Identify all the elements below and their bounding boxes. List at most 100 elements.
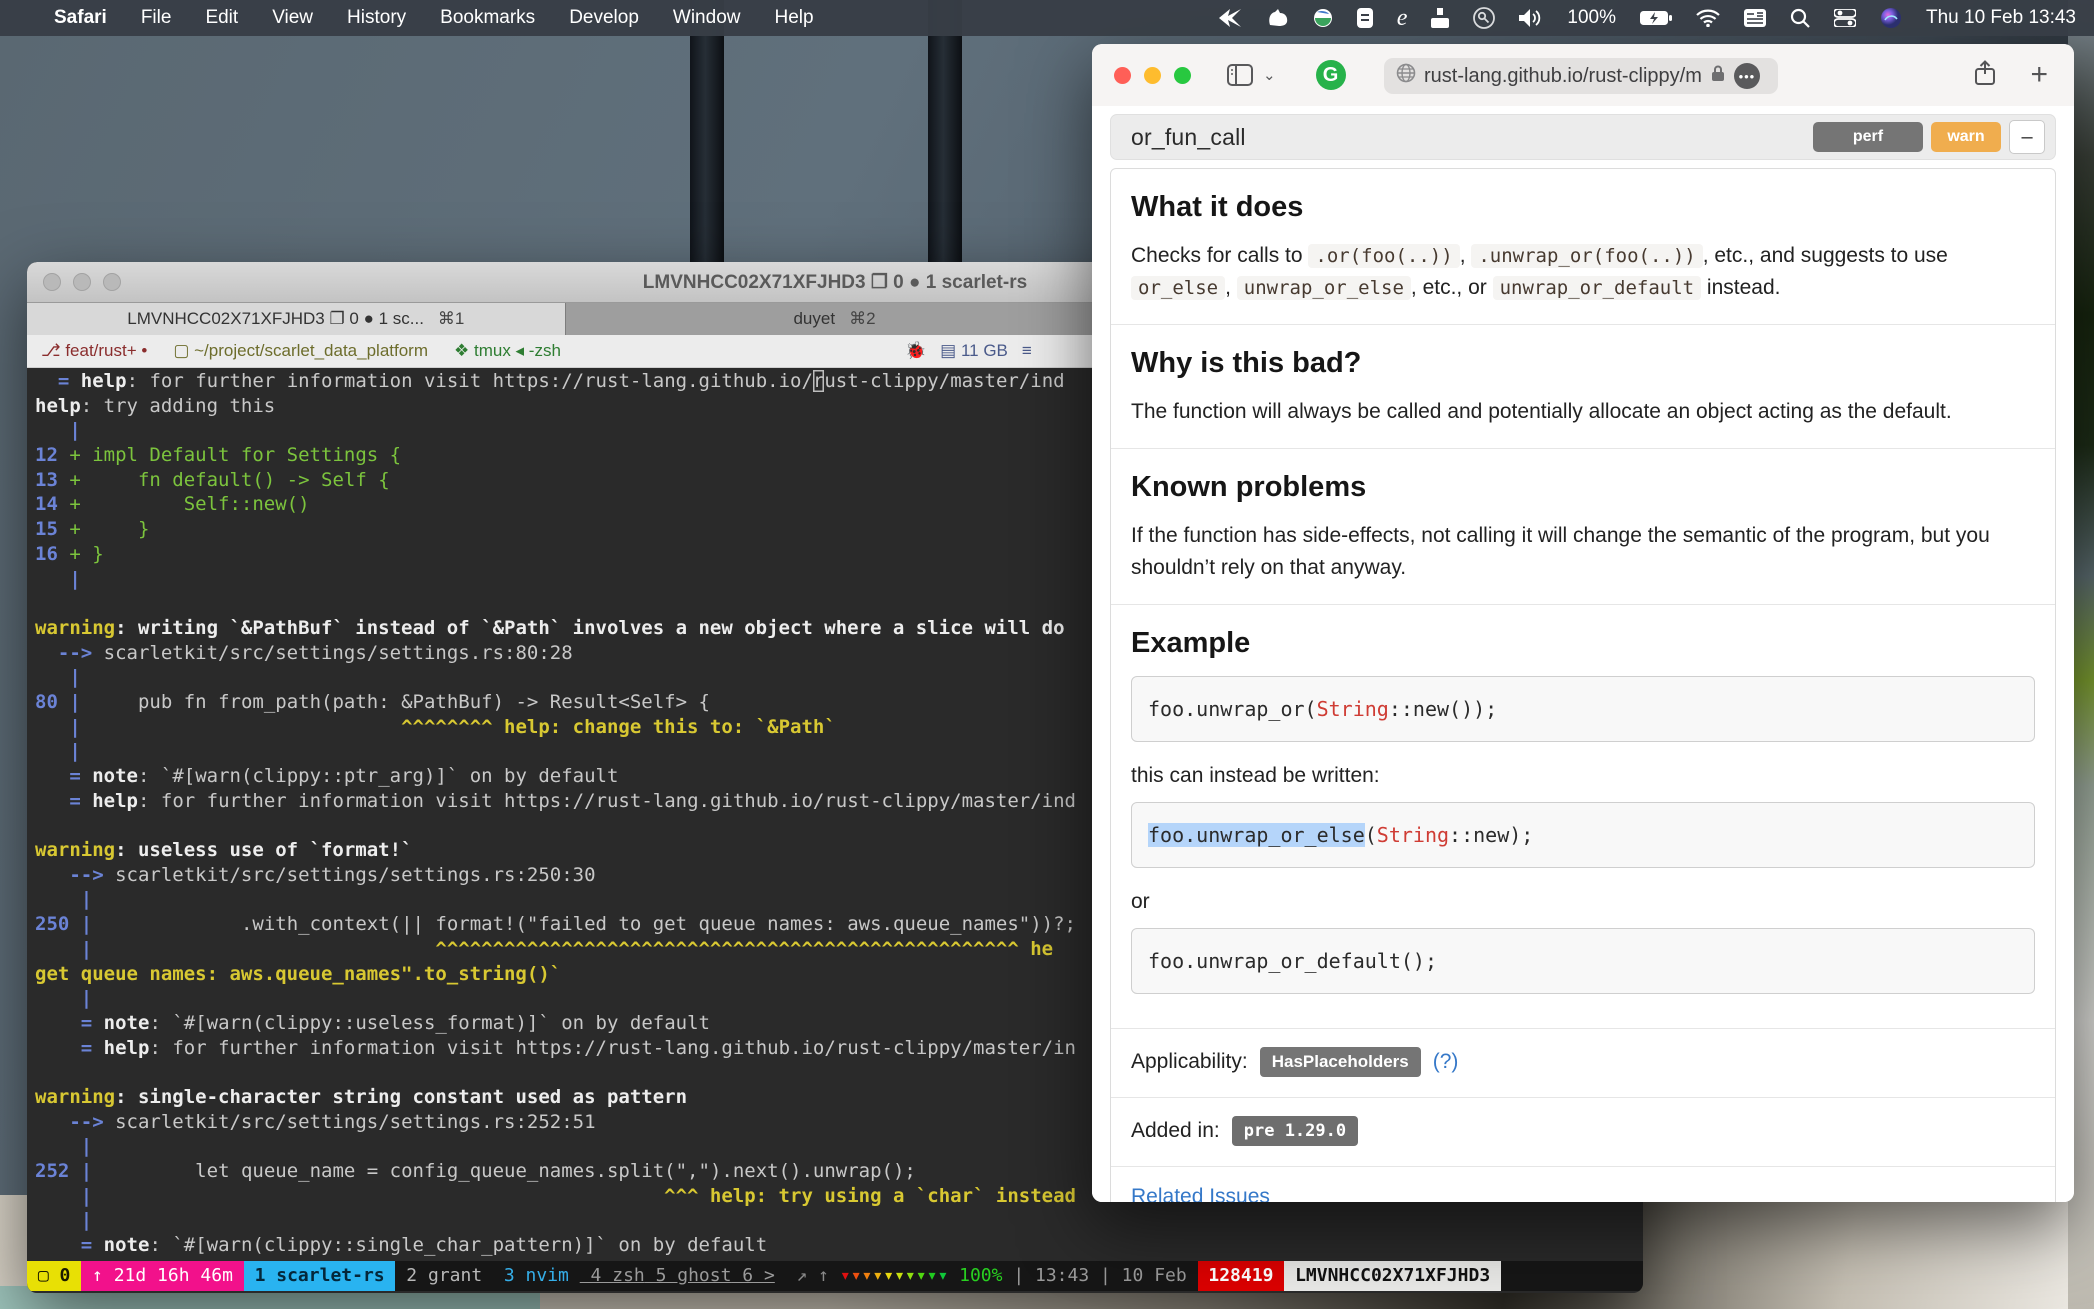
tmux-segment[interactable]: ▾ (851, 1261, 862, 1291)
menu-develop[interactable]: Develop (569, 7, 639, 28)
text-segment: | (81, 987, 92, 1009)
lint-header-or-fun-call[interactable]: or_fun_call perf warn – (1110, 114, 2056, 160)
notes-app-icon[interactable] (1357, 7, 1373, 29)
globe-app-icon[interactable] (1313, 7, 1333, 29)
safari-page-content: or_fun_call perf warn – What it does Che… (1092, 106, 2074, 1202)
text-segment: warning (35, 617, 115, 639)
control-center-icon[interactable] (1834, 7, 1856, 29)
text-segment (35, 765, 69, 787)
keychain-icon[interactable] (1473, 7, 1495, 29)
text-segment: : for further information visit https://… (127, 370, 813, 392)
text-segment: 16 (35, 543, 58, 565)
terminal-tab-1[interactable]: LMVNHCC02X71XFJHD3 ❐ 0 ● 1 sc... ⌘1 (27, 303, 566, 335)
tmux-segment[interactable]: ▾ (905, 1261, 916, 1291)
section-applicability: Applicability: HasPlaceholders (?) (1111, 1028, 2055, 1097)
close-button[interactable] (1114, 67, 1131, 84)
text-segment (58, 469, 69, 491)
tmux-session-status[interactable]: ❖ tmux ◂ -zsh (454, 341, 561, 361)
tmux-segment[interactable]: ▾ (883, 1261, 894, 1291)
text-segment: | (81, 1209, 92, 1231)
tmux-segment[interactable]: 3 nvim (493, 1261, 580, 1291)
tmux-segment[interactable]: ↑ 21d 16h 46m (81, 1261, 244, 1291)
grammarly-extension-icon[interactable]: G (1316, 60, 1346, 90)
tmux-segment[interactable]: | 13:43 | 10 Feb (1013, 1261, 1197, 1291)
text-segment: help (104, 1037, 150, 1059)
share-button[interactable] (1974, 60, 1996, 91)
memory-status: ▤ 11 GB (940, 341, 1008, 361)
tmux-segment[interactable]: 1 scarlet-rs (244, 1261, 396, 1291)
text-segment: | (81, 913, 92, 935)
tmux-segment[interactable]: ▾ (937, 1261, 948, 1291)
tmux-segment[interactable]: ▢ 0 (27, 1261, 81, 1291)
volume-icon[interactable] (1519, 7, 1543, 29)
tmux-segment[interactable]: 5 ghost (645, 1261, 732, 1291)
minimize-button[interactable] (1144, 67, 1161, 84)
git-branch-status[interactable]: ⎇ feat/rust+ • (41, 341, 147, 361)
tmux-segment[interactable]: ▾ (916, 1261, 927, 1291)
text-segment: Checks for calls to (1131, 244, 1308, 267)
text-segment: = (81, 1037, 92, 1059)
menu-file[interactable]: File (141, 7, 172, 28)
section-body: If the function has side-effects, not ca… (1131, 520, 2011, 584)
text-segment: String (1377, 823, 1449, 847)
text-segment: , (1225, 276, 1237, 299)
tmux-segment[interactable]: ↗ ↑ (775, 1261, 840, 1291)
lint-name: or_fun_call (1131, 124, 1246, 151)
sidebar-toggle[interactable]: ⌄ (1227, 64, 1276, 86)
zoom-button[interactable] (1174, 67, 1191, 84)
terminal-tab-2[interactable]: duyet ⌘2 (566, 303, 1105, 335)
text-segment (35, 1185, 81, 1207)
tmux-status-bar[interactable]: ▢ 0 ↑ 21d 16h 46m 1 scarlet-rs 2 grant 3… (27, 1261, 1643, 1291)
text-segment: | (69, 568, 80, 590)
menu-help[interactable]: Help (774, 7, 813, 28)
tmux-segment[interactable]: ▾ (872, 1261, 883, 1291)
menu-edit[interactable]: Edit (205, 7, 238, 28)
text-segment: : try adding this (81, 395, 275, 417)
example-code-2[interactable]: foo.unwrap_or_else(String::new); (1131, 802, 2035, 868)
related-issues-link[interactable]: Related Issues (1131, 1185, 1270, 1202)
animal-app-icon[interactable] (1267, 7, 1289, 29)
menu-view[interactable]: View (272, 7, 313, 28)
tmux-segment[interactable]: ▾ (927, 1261, 938, 1291)
menu-window[interactable]: Window (673, 7, 741, 28)
dock-app-icon[interactable] (1431, 7, 1449, 29)
tmux-segment[interactable]: 6 > (731, 1261, 774, 1291)
text-segment: scarletkit/src/settings/settings.rs:252:… (104, 1111, 596, 1133)
siri-icon[interactable] (1880, 7, 1902, 29)
tmux-segment[interactable]: ▾ (840, 1261, 851, 1291)
cwd-status[interactable]: ▢ ~/project/scarlet_data_platform (173, 341, 428, 361)
reader-options-icon[interactable]: ••• (1734, 63, 1760, 89)
text-segment: | (81, 1160, 92, 1182)
loopback-app-icon[interactable]: e (1397, 7, 1408, 29)
text-segment: get queue names: aws.queue_names".to_str… (35, 963, 561, 985)
example-or-text: or (1131, 890, 2035, 914)
paper-plane-app-icon[interactable] (1219, 7, 1243, 29)
text-segment (35, 888, 81, 910)
text-segment: | (81, 1185, 92, 1207)
menu-history[interactable]: History (347, 7, 406, 28)
applicability-help-link[interactable]: (?) (1433, 1050, 1459, 1074)
tmux-segment[interactable]: 2 grant (395, 1261, 493, 1291)
tmux-segment[interactable]: 128419 (1198, 1261, 1285, 1291)
menu-bookmarks[interactable]: Bookmarks (440, 7, 535, 28)
chevron-down-icon[interactable]: ⌄ (1263, 66, 1276, 84)
tmux-segment[interactable]: ▾ (862, 1261, 873, 1291)
example-code-1[interactable]: foo.unwrap_or(String::new()); (1131, 676, 2035, 742)
tmux-segment[interactable]: 100% (948, 1261, 1013, 1291)
address-bar[interactable]: rust-lang.github.io/rust-clippy/m ••• (1384, 58, 1778, 94)
spotlight-icon[interactable] (1790, 7, 1810, 29)
collapse-button[interactable]: – (2009, 120, 2045, 154)
keyboard-viewer-icon[interactable] (1744, 7, 1766, 29)
text-segment: warning (35, 839, 115, 861)
example-code-3[interactable]: foo.unwrap_or_default(); (1131, 928, 2035, 994)
new-tab-button[interactable]: + (2030, 65, 2048, 85)
wifi-icon[interactable] (1696, 7, 1720, 29)
text-segment (92, 1037, 103, 1059)
menu-safari[interactable]: Safari (54, 7, 107, 28)
tmux-segment[interactable]: LMVNHCC02X71XFJHD3 (1284, 1261, 1501, 1291)
tmux-segment[interactable]: ▾ (894, 1261, 905, 1291)
text-segment (35, 1209, 81, 1231)
tmux-segment[interactable]: 4 zsh (580, 1261, 645, 1291)
menu-bar-clock[interactable]: Thu 10 Feb 13:43 (1926, 7, 2076, 29)
text-segment: | (81, 888, 92, 910)
